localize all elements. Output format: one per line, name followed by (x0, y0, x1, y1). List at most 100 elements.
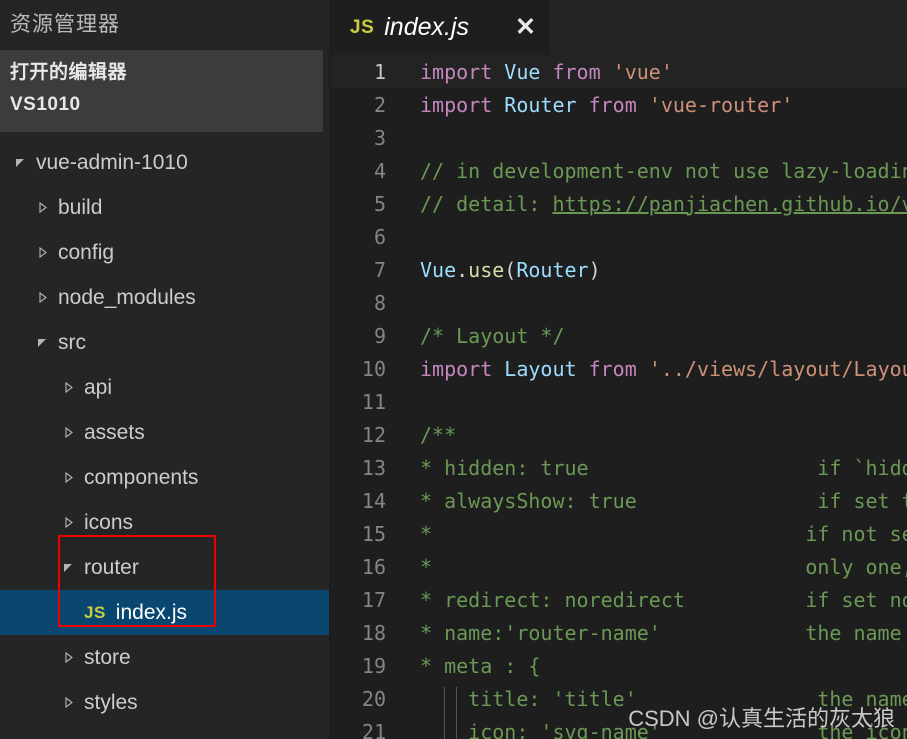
code-line[interactable]: 4 // in development-env not use lazy-load… (330, 154, 907, 187)
token-str: 'vue-router' (648, 92, 794, 117)
line-number: 2 (373, 92, 386, 117)
code-line[interactable]: 15 * if not set alwaysShow, (330, 517, 907, 550)
open-editors-header[interactable]: 打开的编辑器 (0, 56, 323, 90)
line-number: 13 (361, 455, 386, 480)
line-number: 9 (373, 323, 386, 348)
token-cmt: * hidden: true if `hidden:true` will (420, 455, 907, 480)
code-line[interactable]: 3 (330, 121, 907, 154)
code-line[interactable]: 18 * name:'router-name' the name is used … (330, 616, 907, 649)
line-number: 12 (361, 422, 386, 447)
code-text: /** (402, 423, 907, 447)
code-line[interactable]: 20 title: 'title' the name show in subme… (330, 682, 907, 720)
tab-index-js[interactable]: JS index.js ✕ (330, 0, 550, 55)
token-cmt: * name:'router-name' the name is used by… (420, 620, 902, 645)
token-cmt: * if not set alwaysShow, (420, 521, 907, 546)
tree-item-vue-admin-1010[interactable]: vue-admin-1010 (0, 140, 329, 185)
code-text: * hidden: true if `hidden:true` will (402, 456, 907, 480)
line-number: 18 (361, 620, 386, 645)
code-line[interactable]: 14 * alwaysShow: true if set true, will a… (330, 484, 907, 517)
file-tree: vue-admin-1010 build config node_modulessrc… (0, 132, 329, 725)
code-text: title: 'title' the name show in submen (402, 686, 907, 720)
tree-item-node-modules[interactable]: node_modules (0, 275, 329, 320)
code-line[interactable]: 10 import Layout from '../views/layout/La… (330, 352, 907, 385)
token-var: Router (504, 92, 577, 117)
tree-item-label: styles (84, 690, 138, 714)
tree-item-index-js[interactable]: JS index.js (0, 590, 329, 635)
code-line[interactable]: 13 * hidden: true if `hidden:true` will (330, 451, 907, 484)
code-line[interactable]: 6 (330, 220, 907, 253)
code-editor[interactable]: 1 import Vue from 'vue' 2 import Router fro… (330, 55, 907, 739)
tree-item-api[interactable]: api (0, 365, 329, 410)
token-cmt: title: 'title' the name show in submen (468, 686, 907, 711)
line-number: 21 (361, 719, 386, 739)
tree-item-label: node_modules (58, 285, 196, 309)
chevron-right-icon (58, 426, 78, 439)
tree-item-router[interactable]: router (0, 545, 329, 590)
line-number: 14 (361, 488, 386, 513)
code-line[interactable]: 8 (330, 286, 907, 319)
code-line[interactable]: 1 import Vue from 'vue' (330, 55, 907, 88)
code-text: // detail: https://panjiachen.github.io/… (402, 192, 907, 216)
chevron-right-icon (32, 201, 52, 214)
code-line[interactable]: 16 * only one, will displaye (330, 550, 907, 583)
token-cmt: /* Layout */ (420, 323, 565, 348)
line-number: 19 (361, 653, 386, 678)
code-line[interactable]: 7 Vue.use(Router) (330, 253, 907, 286)
code-text: * name:'router-name' the name is used by… (402, 621, 907, 645)
tabbar-empty-space (550, 0, 907, 55)
code-line[interactable]: 11 (330, 385, 907, 418)
tree-item-build[interactable]: build (0, 185, 329, 230)
code-line[interactable]: 9 /* Layout */ (330, 319, 907, 352)
code-text: * only one, will displaye (402, 555, 907, 579)
chevron-right-icon (58, 381, 78, 394)
code-text: import Layout from '../views/layout/Layo… (402, 357, 907, 381)
tree-item-label: src (58, 330, 86, 354)
chevron-right-icon (58, 651, 78, 664)
chevron-right-icon (58, 696, 78, 709)
tree-item-components[interactable]: components (0, 455, 329, 500)
editor-area: JS index.js ✕ 1 import Vue from 'vue' 2 imp… (330, 0, 907, 739)
tree-item-config[interactable]: config (0, 230, 329, 275)
tree-item-label: components (84, 465, 199, 489)
line-number: 7 (373, 257, 386, 282)
code-text: import Router from 'vue-router' (402, 93, 907, 117)
line-number: 11 (361, 389, 386, 414)
js-file-icon: JS (350, 16, 375, 38)
tree-item-label: router (84, 555, 139, 579)
token-punc: ) (588, 257, 601, 282)
line-number: 6 (373, 224, 386, 249)
indent-guide (456, 719, 458, 739)
tree-item-label: build (58, 195, 103, 219)
tree-item-styles[interactable]: styles (0, 680, 329, 725)
tree-item-store[interactable]: store (0, 635, 329, 680)
code-line[interactable]: 2 import Router from 'vue-router' (330, 88, 907, 121)
line-number: 1 (373, 59, 386, 84)
code-line[interactable]: 19 * meta : { (330, 649, 907, 682)
js-file-icon: JS (84, 602, 106, 622)
token-kw: from (588, 356, 637, 381)
token-cmt: // detail: (420, 191, 553, 216)
code-line[interactable]: 17 * redirect: noredirect if set noredire… (330, 583, 907, 616)
tree-item-src[interactable]: src (0, 320, 329, 365)
token-kw: import (420, 92, 493, 117)
token-str: 'vue' (612, 59, 673, 84)
close-icon[interactable]: ✕ (515, 15, 536, 40)
chevron-down-icon (32, 336, 52, 349)
workspace-name[interactable]: VS1010 (0, 90, 323, 120)
chevron-right-icon (58, 471, 78, 484)
code-line[interactable]: 21 icon: 'svg-name' the icon show in the… (330, 715, 907, 739)
tree-item-assets[interactable]: assets (0, 410, 329, 455)
code-line[interactable]: 5 // detail: https://panjiachen.github.io… (330, 187, 907, 220)
code-lines: 1 import Vue from 'vue' 2 import Router fro… (330, 55, 907, 739)
tree-item-icons[interactable]: icons (0, 500, 329, 545)
code-line[interactable]: 12 /** (330, 418, 907, 451)
open-editors-section[interactable]: 打开的编辑器 VS1010 (0, 50, 323, 132)
token-punc: . (456, 257, 469, 282)
chevron-right-icon (58, 516, 78, 529)
